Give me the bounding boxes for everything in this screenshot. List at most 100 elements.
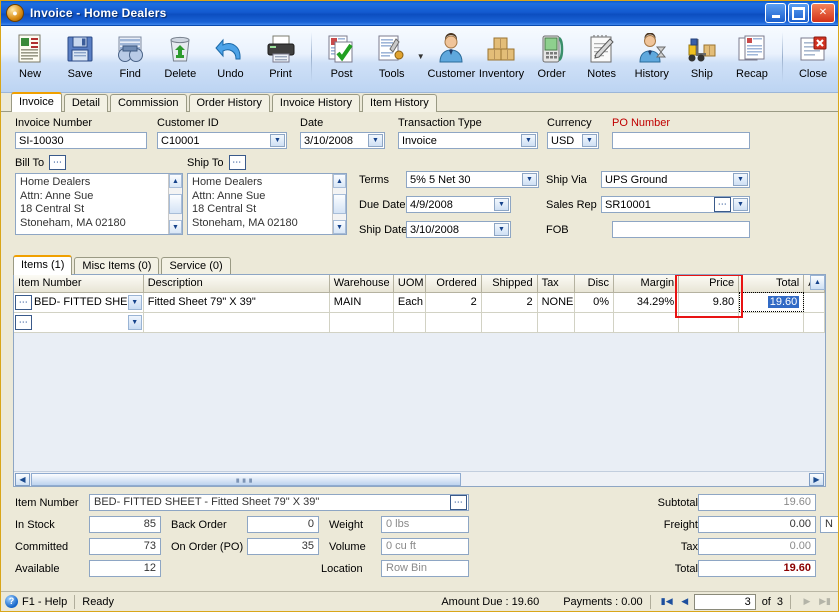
grid-col-uom[interactable]: UOM [393,275,426,293]
customer-id-combo[interactable]: C10001 ▼ [157,132,287,149]
tab-detail[interactable]: Detail [63,94,108,112]
cell-warehouse[interactable] [329,312,394,333]
tab-items[interactable]: Items (1) [13,255,73,275]
toolbar-button-history[interactable]: History [627,30,677,80]
record-number-input[interactable]: 3 [693,593,756,610]
hscroll-thumb[interactable]: ▖▖▖ [31,472,461,486]
grid-col-price[interactable]: Price [678,275,740,293]
ship-to-scrollbar[interactable]: ▲ ▼ [332,174,346,234]
bill-to-lookup-button[interactable]: ⋯ [49,155,67,170]
toolbar-button-undo[interactable]: Undo [205,30,255,80]
invoice-number-input[interactable]: SI-10030 [15,132,147,149]
in-stock-input[interactable]: 85 [89,516,161,533]
cell-disc[interactable]: 0% [574,292,615,313]
transaction-type-combo[interactable]: Invoice ▼ [398,132,538,149]
scroll-thumb[interactable] [333,194,346,214]
bill-to-scrollbar[interactable]: ▲ ▼ [168,174,182,234]
cell-description[interactable] [143,312,330,333]
tab-misc-items[interactable]: Misc Items (0) [74,257,160,275]
committed-input[interactable]: 73 [89,538,161,555]
scroll-down-icon[interactable]: ▼ [169,220,182,234]
grid-col-warehouse[interactable]: Warehouse [329,275,394,293]
due-date-combo[interactable]: 4/9/2008 ▼ [406,196,511,213]
grid-col-tax[interactable]: Tax [537,275,575,293]
detail-item-lookup-button[interactable]: ⋯ [450,495,467,510]
toolbar-button-notes[interactable]: Notes [577,30,627,80]
chevron-down-icon[interactable]: ▼ [521,134,536,147]
cell-shipped[interactable]: 2 [481,292,538,313]
cell-tax[interactable]: NONE [537,292,575,313]
grid-scroll-up-icon[interactable]: ▲ [810,275,825,290]
tab-invoice-history[interactable]: Invoice History [271,94,361,112]
toolbar-button-post[interactable]: Post [317,30,367,80]
toolbar-button-tools[interactable]: Tools [367,30,417,80]
cell-margin[interactable]: 34.29% [613,292,680,313]
minimize-button[interactable] [765,3,786,23]
chevron-down-icon[interactable]: ▼ [733,173,748,186]
cell-ordered[interactable]: 2 [425,292,482,313]
tab-order-history[interactable]: Order History [188,94,270,112]
toolbar-button-new[interactable]: New [5,30,55,80]
line-items-grid[interactable]: Item Number Description Warehouse UOM Or… [13,274,826,487]
nav-last-icon[interactable]: ▶▮ [816,594,834,609]
item-lookup-button[interactable]: ⋯ [15,314,32,330]
tab-commission[interactable]: Commission [109,94,187,112]
close-icon[interactable]: ✕ [811,3,835,23]
grid-col-disc[interactable]: Disc [574,275,615,293]
toolbar-button-customer[interactable]: Customer [426,30,476,80]
bill-to-address-box[interactable]: Home Dealers Attn: Anne Sue 18 Central S… [15,173,183,235]
cell-total[interactable]: 19.60 [738,292,805,313]
chevron-down-icon[interactable]: ▼ [582,134,597,147]
grid-col-margin[interactable]: Margin [613,275,680,293]
cell-disc[interactable] [574,312,615,333]
scroll-thumb[interactable] [169,194,182,214]
tab-item-history[interactable]: Item History [362,94,437,112]
toolbar-button-close[interactable]: Close [788,30,838,80]
scroll-up-icon[interactable]: ▲ [333,174,346,188]
status-help-text[interactable]: F1 - Help [22,596,67,608]
cell-ordered[interactable] [425,312,482,333]
fob-input[interactable] [612,221,750,238]
nav-first-icon[interactable]: ▮◀ [658,594,676,609]
ship-to-address-box[interactable]: Home Dealers Attn: Anne Sue 18 Central S… [187,173,347,235]
cell-price[interactable]: 9.80 [678,292,740,313]
cell-total[interactable] [738,312,805,333]
nav-prev-icon[interactable]: ◀ [676,594,694,609]
scroll-down-icon[interactable]: ▼ [333,220,346,234]
location-input[interactable]: Row Bin [381,560,469,577]
cell-a[interactable] [803,312,825,333]
cell-item-number[interactable]: ⋯ BED- FITTED SHEE ▼ [14,292,144,313]
ship-via-combo[interactable]: UPS Ground ▼ [601,171,750,188]
on-order-po-input[interactable]: 35 [247,538,319,555]
scroll-up-icon[interactable]: ▲ [169,174,182,188]
chevron-down-icon[interactable]: ▼ [494,198,509,211]
tab-service[interactable]: Service (0) [161,257,231,275]
maximize-button[interactable] [788,3,809,23]
toolbar-button-delete[interactable]: Delete [155,30,205,80]
po-number-input[interactable] [612,132,750,149]
ship-date-combo[interactable]: 3/10/2008 ▼ [406,221,511,238]
help-question-icon[interactable]: ? [5,595,18,608]
grid-col-description[interactable]: Description [143,275,330,293]
chevron-down-icon[interactable]: ▼ [733,198,748,211]
currency-combo[interactable]: USD ▼ [547,132,599,149]
available-input[interactable]: 12 [89,560,161,577]
scroll-left-icon[interactable]: ◀ [15,472,30,486]
chevron-down-icon[interactable]: ▼ [522,173,537,186]
toolbar-button-save[interactable]: Save [55,30,105,80]
toolbar-button-inventory[interactable]: Inventory [476,30,526,80]
cell-shipped[interactable] [481,312,538,333]
cell-warehouse[interactable]: MAIN [329,292,394,313]
chevron-down-icon[interactable]: ▼ [494,223,509,236]
toolbar-button-order[interactable]: Order [527,30,577,80]
grid-col-shipped[interactable]: Shipped [481,275,538,293]
chevron-down-icon[interactable]: ▼ [127,294,142,310]
toolbar-button-find[interactable]: Find [105,30,155,80]
grid-col-ordered[interactable]: Ordered [425,275,482,293]
cell-tax[interactable] [537,312,575,333]
weight-input[interactable]: 0 lbs [381,516,469,533]
table-row[interactable]: ⋯ ▼ [14,312,825,333]
grid-col-item-number[interactable]: Item Number [14,275,144,293]
cell-description[interactable]: Fitted Sheet 79" X 39" [143,292,330,313]
nav-next-icon[interactable]: ▶ [798,594,816,609]
